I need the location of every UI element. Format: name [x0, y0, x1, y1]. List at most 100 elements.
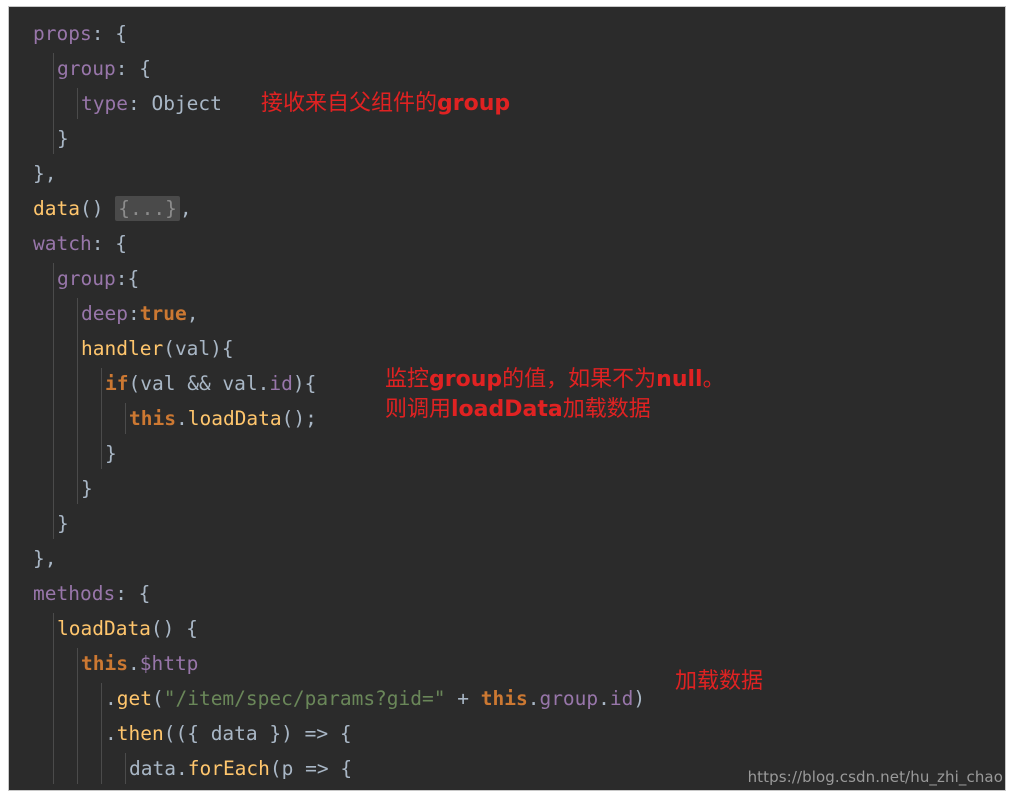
code-token: ): [633, 687, 646, 710]
code-line[interactable]: }: [9, 436, 1005, 471]
code-token: (): [79, 197, 116, 220]
code-token: deep: [81, 302, 128, 325]
annotation-load-data: 加载数据: [675, 667, 763, 697]
code-token: data: [33, 197, 80, 220]
code-token: {: [115, 22, 127, 45]
code-token: {: [221, 337, 234, 360]
code-token: then: [116, 722, 164, 745]
code-token: val: [210, 372, 258, 395]
code-token: true: [139, 302, 187, 325]
code-token: watch: [33, 232, 92, 255]
code-token: (: [163, 337, 175, 360]
code-token: {: [115, 232, 127, 255]
code-token: {: [304, 372, 317, 395]
code-line[interactable]: data() {...},: [9, 191, 1005, 226]
code-token: :: [91, 22, 116, 45]
code-token: ,: [179, 197, 192, 220]
code-token: }: [57, 127, 69, 150]
code-token: this: [81, 652, 128, 675]
code-token: }: [105, 442, 117, 465]
code-token: +: [445, 687, 481, 710]
code-line[interactable]: .then(({ data }) => {: [9, 716, 1005, 751]
code-line[interactable]: watch: {: [9, 226, 1005, 261]
code-token: ;: [305, 407, 317, 430]
annotation-line: 加载数据: [675, 667, 763, 697]
code-token: group: [539, 687, 599, 710]
code-token: {: [186, 617, 198, 640]
annotation-text: 则调用: [385, 397, 452, 422]
code-token: type: [81, 92, 128, 115]
annotation-text: 接收来自父组件的: [261, 91, 438, 116]
code-line[interactable]: }: [9, 506, 1005, 541]
code-line[interactable]: deep:true,: [9, 296, 1005, 331]
code-token: loadData: [57, 617, 151, 640]
code-token: }: [257, 722, 282, 745]
code-token: :: [115, 267, 128, 290]
annotation-props-group: 接收来自父组件的group: [261, 89, 510, 119]
code-token: this: [480, 687, 528, 710]
code-token: this: [129, 407, 176, 430]
code-token: {: [138, 582, 151, 605]
code-token: &&: [187, 372, 211, 395]
code-token: data: [210, 722, 258, 745]
code-line[interactable]: loadData() {: [9, 611, 1005, 646]
annotation-text: 。: [702, 367, 725, 392]
code-token: }: [57, 512, 69, 535]
code-token: val: [140, 372, 188, 395]
code-line[interactable]: }: [9, 121, 1005, 156]
code-line[interactable]: methods: {: [9, 576, 1005, 611]
code-token: :: [115, 582, 139, 605]
code-token: :: [115, 57, 140, 80]
code-line[interactable]: group:{: [9, 261, 1005, 296]
code-line[interactable]: group: {: [9, 51, 1005, 86]
code-token: .: [105, 687, 117, 710]
code-token: .: [598, 687, 610, 710]
annotation-emphasis: group: [429, 367, 503, 392]
code-token: ,: [44, 547, 57, 570]
annotation-text: 的值，如果不为: [502, 367, 657, 392]
code-line[interactable]: .get("/item/spec/params?gid=" + this.gro…: [9, 681, 1005, 716]
code-token: }: [33, 162, 45, 185]
code-token: .: [257, 372, 270, 395]
code-token: ): [292, 372, 305, 395]
code-line[interactable]: props: {: [9, 16, 1005, 51]
code-token: val: [174, 337, 211, 360]
code-token: {: [328, 757, 353, 780]
code-token: :: [91, 232, 116, 255]
code-editor-panel[interactable]: props: {group: {type: Object}}, data() {.…: [8, 6, 1006, 791]
code-token: }: [33, 547, 45, 570]
code-token: :: [127, 92, 152, 115]
code-line[interactable]: },: [9, 541, 1005, 576]
code-token: ): [281, 722, 305, 745]
annotation-text: 加载数据: [562, 397, 651, 422]
code-token: group: [57, 57, 116, 80]
annotation-text: 监控: [385, 367, 430, 392]
code-token: p: [281, 757, 306, 780]
code-token: {: [127, 267, 140, 290]
code-token: id: [609, 687, 634, 710]
screenshot-root: props: {group: {type: Object}}, data() {.…: [0, 0, 1017, 797]
code-token: get: [116, 687, 152, 710]
code-line[interactable]: },: [9, 156, 1005, 191]
code-token: (: [269, 757, 282, 780]
code-line[interactable]: handler(val){: [9, 331, 1005, 366]
annotation-emphasis: null: [656, 367, 703, 392]
code-token: group: [57, 267, 116, 290]
code-token: }: [81, 477, 93, 500]
code-token: methods: [33, 582, 116, 605]
code-token: data: [129, 757, 176, 780]
code-token: (: [151, 687, 164, 710]
code-token: {: [187, 722, 211, 745]
annotation-text: 加载数据: [675, 669, 764, 694]
code-token: forEach: [187, 757, 270, 780]
annotation-line: 接收来自父组件的group: [261, 89, 510, 119]
code-token: {: [328, 722, 352, 745]
folded-region[interactable]: {...}: [115, 196, 180, 221]
annotation-emphasis: group: [437, 91, 511, 116]
code-line[interactable]: }: [9, 471, 1005, 506]
code-token: "/item/spec/params?gid=": [163, 687, 446, 710]
code-token: Object: [151, 92, 222, 115]
code-token: props: [33, 22, 92, 45]
code-line[interactable]: this.$http: [9, 646, 1005, 681]
code-token: {: [139, 57, 151, 80]
